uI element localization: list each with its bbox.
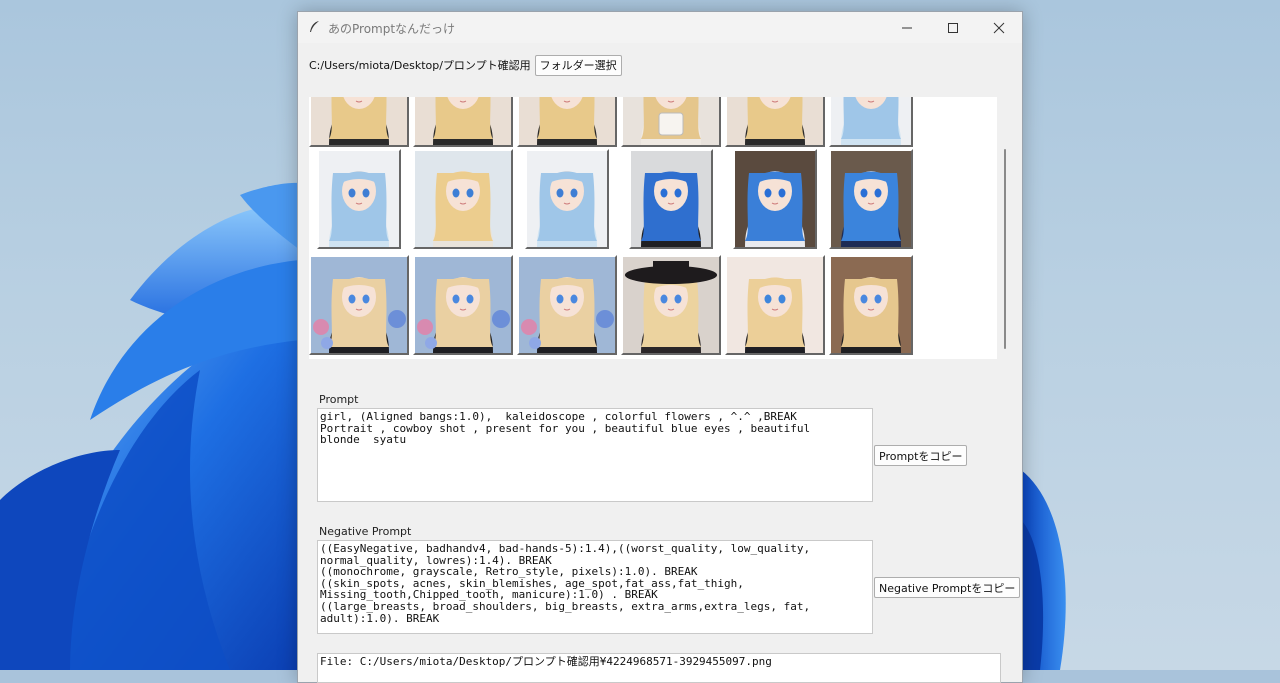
feather-icon (310, 21, 319, 32)
file-info-textbox[interactable]: File: C:/Users/miota/Desktop/プロンプト確認用¥42… (317, 653, 1001, 683)
thumbnail-blue-hair-hoodie-girl[interactable] (525, 149, 609, 249)
thumbnail-image (727, 97, 823, 145)
title-bar[interactable]: あのPromptなんだっけ (298, 12, 1022, 43)
negative-prompt-textbox[interactable]: ((EasyNegative, badhandv4, bad-hands-5):… (317, 540, 873, 634)
minimize-button[interactable] (884, 12, 930, 43)
thumbnail-blue-hair-hoodie-girl[interactable] (317, 149, 401, 249)
thumbnail-blue-hair-black-hoodie-girl[interactable] (629, 149, 713, 249)
thumbnail-image (527, 151, 607, 247)
thumbnail-image (831, 257, 911, 353)
thumbnail-blonde-girl[interactable] (413, 97, 513, 147)
thumbnail-image (519, 257, 615, 353)
thumbnail-blonde-girl[interactable] (517, 97, 617, 147)
thumbnail-image (311, 97, 407, 145)
thumbnail-image (831, 97, 911, 145)
close-icon (993, 22, 1005, 33)
thumbnail-image (727, 257, 823, 353)
close-button[interactable] (976, 12, 1022, 43)
thumbnail-image (831, 151, 911, 247)
minimize-icon (902, 27, 912, 28)
image-gallery[interactable] (309, 97, 997, 359)
thumbnail-image (319, 151, 399, 247)
thumbnail-image (623, 257, 719, 353)
thumbnail-image (735, 151, 815, 247)
thumbnail-image (631, 151, 711, 247)
thumbnail-blonde-girl-portrait[interactable] (413, 149, 513, 249)
select-folder-button[interactable]: フォルダー選択 (534, 54, 622, 76)
app-window: あのPromptなんだっけ C:/Users/miota/Desktop/プロン… (297, 11, 1023, 683)
thumbnail-blonde-girl-blue-streak[interactable] (725, 255, 825, 355)
thumbnail-blonde-girl-flowers[interactable] (517, 255, 617, 355)
thumbnail-blonde-girl-flowers[interactable] (309, 255, 409, 355)
negative-prompt-label: Negative Prompt (319, 525, 412, 538)
thumbnail-blue-hair-hoodie-girl[interactable] (829, 97, 913, 147)
thumbnail-blonde-girl-flowers[interactable] (413, 255, 513, 355)
thumbnail-blonde-girl-hat[interactable] (621, 255, 721, 355)
folder-path: C:/Users/miota/Desktop/プロンプト確認用 (309, 59, 531, 72)
thumbnail-blue-hair-white-hoodie-girl[interactable] (733, 149, 817, 249)
folder-bar: C:/Users/miota/Desktop/プロンプト確認用 フォルダー選択 (309, 53, 622, 77)
thumbnail-blonde-girl-cup[interactable] (621, 97, 721, 147)
thumbnail-blonde-girl[interactable] (725, 97, 825, 147)
maximize-icon (948, 22, 958, 33)
copy-negative-prompt-button[interactable]: Negative Promptをコピー (874, 577, 1021, 598)
thumbnail-image (415, 257, 511, 353)
window-title: あのPromptなんだっけ (328, 22, 456, 36)
copy-prompt-button[interactable]: Promptをコピー (874, 445, 968, 466)
thumbnail-image (415, 97, 511, 145)
thumbnail-blonde-girl[interactable] (309, 97, 409, 147)
scrollbar-thumb[interactable] (1004, 149, 1006, 349)
prompt-textbox[interactable]: girl, (Aligned bangs:1.0), kaleidoscope … (317, 408, 873, 502)
thumbnail-image (623, 97, 719, 145)
prompt-label: Prompt (319, 393, 359, 406)
thumbnail-blue-hair-navy-hoodie-girl[interactable] (829, 149, 913, 249)
thumbnail-image (415, 151, 511, 247)
gallery-scrollbar[interactable] (1002, 97, 1008, 359)
thumbnail-image (519, 97, 615, 145)
maximize-button[interactable] (930, 12, 976, 43)
thumbnail-blonde-girl-black-top[interactable] (829, 255, 913, 355)
thumbnail-image (311, 257, 407, 353)
